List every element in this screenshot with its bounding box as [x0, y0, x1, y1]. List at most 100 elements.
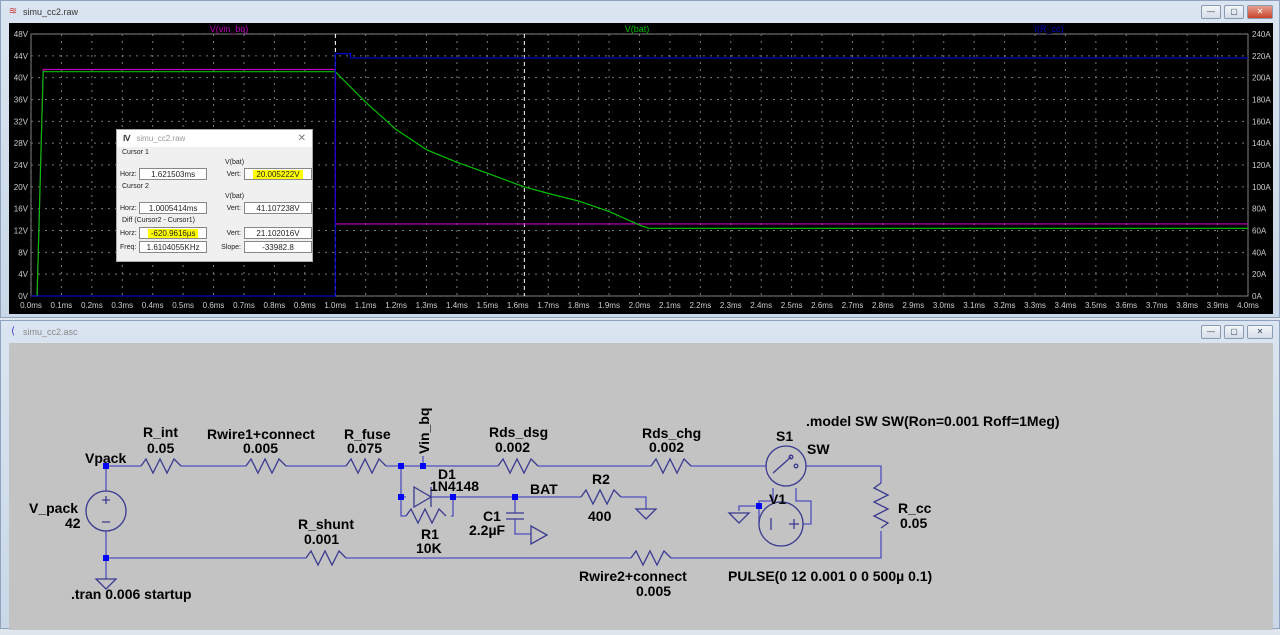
- r2-name: R2: [592, 471, 610, 487]
- diff-horz-value: -620.9616µs: [147, 229, 199, 238]
- x-tick-label: 1.3ms: [416, 301, 438, 310]
- switch-s1[interactable]: [765, 445, 807, 487]
- schematic-title: simu_cc2.asc: [23, 327, 78, 337]
- minimize-button[interactable]: —: [1201, 5, 1221, 19]
- left-tick-label: 20V: [14, 183, 29, 192]
- vert-label: Vert:: [226, 204, 241, 212]
- horz-label: Horz:: [120, 170, 137, 178]
- close-icon[interactable]: ✕: [298, 133, 306, 144]
- r-fuse-value: 0.075: [347, 440, 382, 456]
- c1-value: 2.2µF: [469, 522, 506, 538]
- x-tick-label: 1.8ms: [568, 301, 590, 310]
- cursor-dialog-title: simu_cc2.raw: [136, 134, 186, 143]
- diff-vert-field[interactable]: 21.102016V: [243, 227, 312, 239]
- x-tick-label: 3.8ms: [1176, 301, 1198, 310]
- waveform-title-bar: ≋ simu_cc2.raw — ▢ ✕: [1, 1, 1279, 23]
- freq-field[interactable]: 1.6104055KHz: [139, 241, 208, 253]
- r-int-name: R_int: [143, 424, 178, 440]
- model-directive[interactable]: .model SW SW(Ron=0.001 Roff=1Meg): [806, 413, 1060, 429]
- x-tick-label: 1.0ms: [324, 301, 346, 310]
- schematic-svg[interactable]: Vpack V_pack 42 R_int 0.05 Rwire1+connec…: [9, 343, 1273, 630]
- rds-dsg-value: 0.002: [495, 439, 530, 455]
- x-tick-label: 2.7ms: [842, 301, 864, 310]
- trace-legend-label: V(vin_bq): [210, 24, 249, 34]
- tran-directive[interactable]: .tran 0.006 startup: [71, 586, 192, 602]
- r-shunt-name: R_shunt: [298, 516, 354, 532]
- cursor-dialog[interactable]: Ⅳsimu_cc2.raw ✕ Cursor 1 V(bat) Horz: 1.62…: [116, 129, 313, 262]
- diff-label: Diff (Cursor2 - Cursor1): [122, 217, 195, 224]
- right-tick-label: 120A: [1252, 161, 1271, 170]
- maximize-button[interactable]: ▢: [1224, 325, 1244, 339]
- ltspice-icon: Ⅳ: [123, 134, 131, 143]
- resistor-r-fuse[interactable]: [345, 457, 387, 475]
- cursor1-horz-field[interactable]: 1.621503ms: [139, 168, 208, 180]
- x-tick-label: 3.9ms: [1207, 301, 1229, 310]
- x-tick-label: 3.0ms: [933, 301, 955, 310]
- x-tick-label: 0.8ms: [264, 301, 286, 310]
- left-tick-label: 32V: [14, 117, 29, 126]
- freq-label: Freq:: [120, 243, 137, 251]
- resistor-rds-chg[interactable]: [650, 457, 692, 475]
- cursor1-vert-field[interactable]: 20.005222V: [243, 168, 312, 180]
- x-tick-label: 2.8ms: [872, 301, 894, 310]
- r-shunt-value: 0.001: [304, 531, 339, 547]
- switch-blade: [772, 456, 792, 474]
- x-tick-label: 4.0ms: [1237, 301, 1259, 310]
- x-tick-label: 1.5ms: [476, 301, 498, 310]
- ground-icon: [634, 508, 658, 520]
- schematic-canvas[interactable]: Vpack V_pack 42 R_int 0.05 Rwire1+connec…: [9, 343, 1273, 630]
- x-tick-label: 0.6ms: [203, 301, 225, 310]
- x-tick-label: 3.4ms: [1055, 301, 1077, 310]
- x-tick-label: 3.2ms: [994, 301, 1016, 310]
- resistor-r-cc[interactable]: [872, 482, 890, 529]
- resistor-rds-dsg[interactable]: [497, 457, 539, 475]
- d1-value: 1N4148: [430, 478, 479, 494]
- left-tick-label: 48V: [14, 30, 29, 39]
- resistor-rwire1[interactable]: [245, 457, 287, 475]
- resistor-r2[interactable]: [580, 488, 622, 506]
- left-tick-label: 24V: [14, 161, 29, 170]
- right-tick-label: 140A: [1252, 139, 1271, 148]
- vert-label: Vert:: [226, 229, 241, 237]
- cursor2-vert-field[interactable]: 41.107238V: [243, 202, 312, 214]
- vert-label: Vert:: [226, 170, 241, 178]
- r-int-value: 0.05: [147, 440, 174, 456]
- horz-label: Horz:: [120, 204, 137, 212]
- left-tick-label: 0V: [18, 292, 28, 301]
- s1-name: S1: [776, 428, 793, 444]
- resistor-rwire2[interactable]: [630, 549, 672, 567]
- r-cc-value: 0.05: [900, 515, 927, 531]
- slope-field[interactable]: -33982.8: [243, 241, 312, 253]
- resistor-r-int[interactable]: [140, 457, 182, 475]
- resistor-r1[interactable]: [405, 507, 447, 525]
- diode-d1[interactable]: [413, 485, 433, 509]
- r1-value: 10K: [416, 540, 442, 556]
- net-label-bat: BAT: [530, 481, 558, 497]
- x-tick-label: 3.5ms: [1085, 301, 1107, 310]
- schematic-icon: ⟨: [11, 326, 15, 337]
- x-tick-label: 2.3ms: [720, 301, 742, 310]
- capacitor-c1[interactable]: [506, 512, 524, 520]
- left-tick-label: 8V: [18, 248, 28, 257]
- left-tick-label: 44V: [14, 52, 29, 61]
- waveform-plot[interactable]: 0.0ms 0.1ms 0.2ms 0.3ms 0.4ms 0.5ms 0.6ms 0.7ms…: [9, 23, 1273, 314]
- resistor-r-shunt[interactable]: [305, 549, 347, 567]
- maximize-button[interactable]: ▢: [1224, 5, 1244, 19]
- cursor1-trace: V(bat): [224, 159, 245, 166]
- x-tick-label: 2.0ms: [629, 301, 651, 310]
- diff-horz-field[interactable]: -620.9616µs: [139, 227, 208, 239]
- left-tick-label: 12V: [14, 227, 29, 236]
- right-tick-label: 60A: [1252, 227, 1267, 236]
- r2-value: 400: [588, 508, 612, 524]
- v1-pulse-value[interactable]: PULSE(0 12 0.001 0 0 500µ 0.1): [728, 568, 932, 584]
- close-button[interactable]: ✕: [1247, 5, 1273, 19]
- close-button[interactable]: ✕: [1247, 325, 1273, 339]
- trace-legend-label: V(bat): [625, 24, 650, 34]
- minimize-button[interactable]: —: [1201, 325, 1221, 339]
- x-tick-label: 1.9ms: [598, 301, 620, 310]
- x-tick-label: 1.6ms: [507, 301, 529, 310]
- right-tick-label: 160A: [1252, 117, 1271, 126]
- rds-chg-value: 0.002: [649, 439, 684, 455]
- cursor2-horz-field[interactable]: 1.0005414ms: [139, 202, 208, 214]
- ground-icon: [530, 524, 549, 546]
